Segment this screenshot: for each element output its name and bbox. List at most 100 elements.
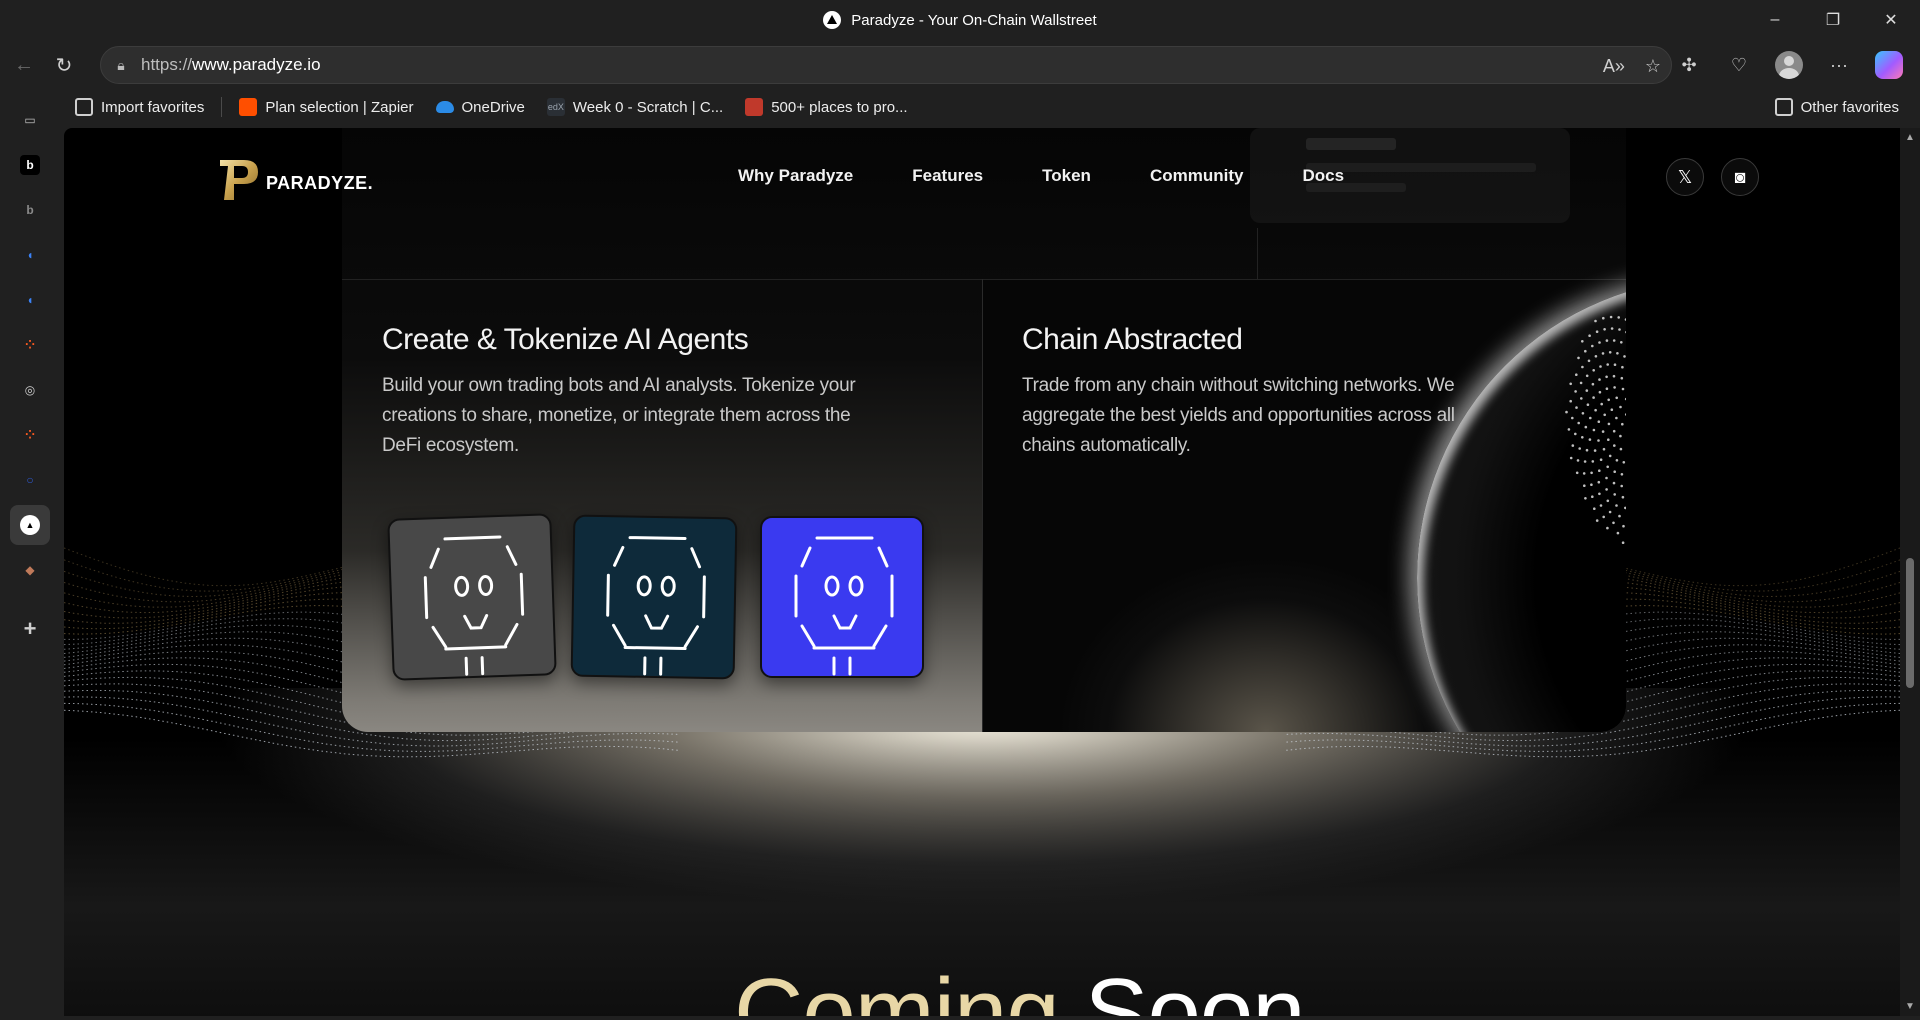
paradyze-tab-icon: ▲	[20, 515, 40, 535]
edx-icon: edX	[546, 98, 565, 116]
feature-desc-agents: Build your own trading bots and AI analy…	[382, 375, 856, 456]
favorites-divider	[221, 97, 223, 117]
paradyze-logo-icon	[220, 160, 258, 200]
minimize-button[interactable]: –	[1746, 0, 1804, 40]
favorite-star-icon[interactable]: ☆	[1645, 56, 1661, 77]
favorite-onedrive[interactable]: OneDrive	[425, 92, 536, 122]
robot-face-icon	[423, 535, 525, 676]
robot-face-icon	[794, 536, 894, 676]
agent-card-blue[interactable]	[760, 516, 924, 678]
favorite-label: OneDrive	[461, 98, 525, 116]
url-host: www.paradyze.io	[192, 55, 321, 74]
favorite-places[interactable]: 500+ places to pro...	[734, 92, 918, 122]
sidebar-item-ring[interactable]: ○	[10, 460, 50, 500]
doc-blue-icon: ◖	[26, 248, 34, 262]
browser-toolbar: ← ↻ 🔒︎ https://www.paradyze.io A» ☆ ✣ ♡ …	[0, 40, 1920, 90]
extensions-icon[interactable]: ✣	[1666, 45, 1712, 85]
zapier-small-icon: ⁘	[24, 338, 36, 352]
close-button[interactable]: ✕	[1862, 0, 1920, 40]
favorite-label: 500+ places to pro...	[771, 98, 908, 116]
ring-icon: ○	[26, 473, 34, 487]
site-info-icon[interactable]: 🔒︎	[101, 57, 141, 74]
address-bar[interactable]: 🔒︎ https://www.paradyze.io A» ☆	[100, 46, 1672, 84]
sidebar-item-bolt-b-dim[interactable]: b	[10, 190, 50, 230]
favorite-zapier[interactable]: Plan selection | Zapier	[228, 92, 424, 122]
sidebar-item-add[interactable]: +	[10, 609, 50, 649]
profile-button[interactable]	[1766, 45, 1812, 85]
copilot-icon	[1875, 51, 1903, 79]
zapier-icon	[239, 98, 258, 116]
sidebar-item-doc-blue-2[interactable]: ◖	[10, 280, 50, 320]
browser-essentials-icon[interactable]: ♡	[1716, 45, 1762, 85]
url-text[interactable]: https://www.paradyze.io	[141, 55, 321, 75]
refresh-button[interactable]: ↻	[44, 45, 84, 85]
nav-why-paradyze[interactable]: Why Paradyze	[738, 166, 853, 186]
coming-soon-heading: Coming Soon	[734, 958, 1306, 1016]
window-title-text: Paradyze - Your On-Chain Wallstreet	[851, 11, 1097, 29]
favorite-label: Week 0 - Scratch | C...	[572, 98, 724, 116]
app-icon: ◆	[25, 563, 35, 577]
restore-button[interactable]: ❐	[1804, 0, 1862, 40]
nav-features[interactable]: Features	[912, 166, 983, 186]
folder-icon	[1774, 98, 1793, 116]
scroll-up-icon[interactable]: ▲	[1904, 132, 1916, 143]
agent-card-teal[interactable]	[570, 514, 738, 680]
sidebar-item-zapier-small-2[interactable]: ⁘	[10, 415, 50, 455]
doc-blue-2-icon: ◖	[26, 293, 34, 307]
brand-name: PARADYZE.	[266, 172, 374, 193]
favorite-edx[interactable]: edX Week 0 - Scratch | C...	[536, 92, 734, 122]
sidebar-item-paradyze-tab[interactable]: ▲	[10, 505, 50, 545]
brand-logo[interactable]: PARADYZE.	[214, 154, 373, 204]
favorites-bar: Import favorites Plan selection | Zapier…	[64, 90, 1920, 124]
other-favorites[interactable]: Other favorites	[1764, 92, 1910, 122]
back-button[interactable]: ←	[4, 45, 44, 85]
feature-title-agents: Create & Tokenize AI Agents	[382, 323, 749, 356]
window-controls: – ❐ ✕	[1746, 0, 1920, 40]
nav-community[interactable]: Community	[1150, 166, 1244, 186]
zapier-small-2-icon: ⁘	[24, 428, 36, 442]
other-favorites-label: Other favorites	[1800, 98, 1899, 116]
bolt-b-dim-icon: b	[26, 203, 34, 217]
more-options-icon[interactable]: ···	[1816, 45, 1862, 85]
nav-docs[interactable]: Docs	[1302, 166, 1344, 186]
favorite-label: Import favorites	[101, 98, 205, 116]
discord-social-button[interactable]: ◙	[1721, 158, 1759, 196]
favorite-label: Plan selection | Zapier	[265, 98, 414, 116]
sidebar-item-bolt-b[interactable]: b	[10, 145, 50, 185]
address-bar-actions: A» ☆	[1603, 47, 1661, 85]
globe-dots-graphic	[1565, 315, 1626, 544]
add-icon: +	[23, 616, 37, 641]
avatar	[1775, 51, 1803, 79]
feature-desc-chain: Trade from any chain without switching n…	[1022, 375, 1455, 456]
sidebar-item-app[interactable]: ◆	[10, 550, 50, 590]
sidebar-item-doc-blue[interactable]: ◖	[10, 235, 50, 275]
favorite-import[interactable]: Import favorites	[64, 92, 215, 122]
toolbar-right: ✣ ♡ ···	[1666, 40, 1920, 90]
scrollbar-thumb[interactable]	[1906, 558, 1914, 688]
copilot-button[interactable]	[1866, 45, 1912, 85]
read-aloud-icon[interactable]: A»	[1603, 56, 1625, 77]
nav-token[interactable]: Token	[1042, 166, 1091, 186]
briefcase-icon	[745, 98, 764, 116]
panel-divider	[1257, 228, 1258, 279]
discord-icon: ◙	[1734, 166, 1746, 187]
feature-title-chain: Chain Abstracted	[1022, 323, 1243, 356]
robot-face-icon	[606, 536, 706, 676]
url-scheme: https://	[141, 55, 193, 74]
sidebar-item-tabs[interactable]: ▭	[10, 100, 50, 140]
main-nav: Why Paradyze Features Token Community Do…	[738, 166, 1344, 186]
web-viewport: Create & Tokenize AI Agents Build your o…	[64, 128, 1900, 1016]
smart-alert-title	[1306, 138, 1396, 150]
browser-sidebar: ▭ b b ◖ ◖ ⁘ ◎ ⁘ ○ ▲ ◆ +	[0, 90, 60, 1020]
paradyze-favicon-icon	[823, 11, 842, 29]
x-icon: 𝕏	[1677, 166, 1693, 187]
scroll-down-icon[interactable]: ▼	[1904, 1001, 1916, 1012]
sidebar-item-zapier-small[interactable]: ⁘	[10, 325, 50, 365]
agent-card-gray[interactable]	[387, 513, 557, 681]
x-social-button[interactable]: 𝕏	[1666, 158, 1704, 196]
page-scrollbar[interactable]: ▲ ▼	[1900, 128, 1920, 1016]
sidebar-item-globe[interactable]: ◎	[10, 370, 50, 410]
soon-word: Soon	[1084, 959, 1305, 1016]
tabs-icon: ▭	[24, 113, 36, 127]
bolt-b-icon: b	[20, 155, 40, 175]
